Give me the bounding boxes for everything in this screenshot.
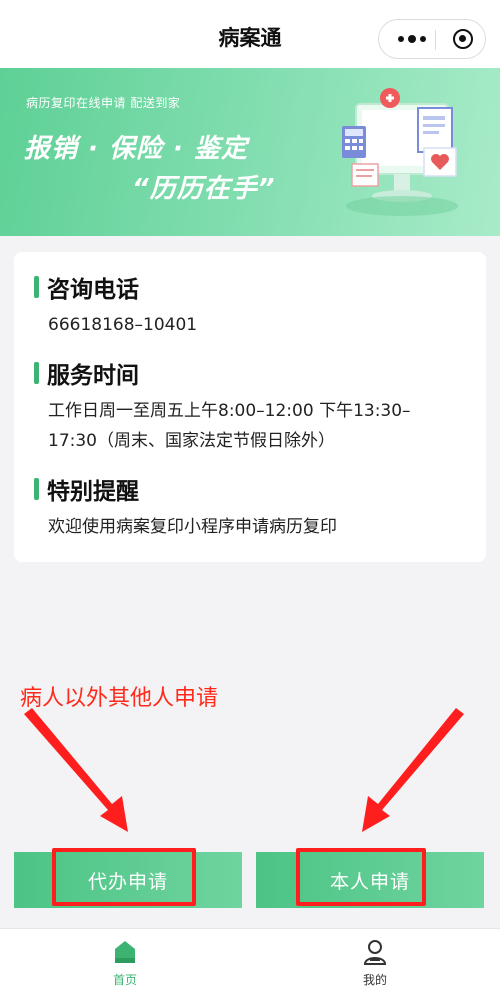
section-accent-bar [34, 276, 39, 298]
banner-quote: “历历在手” [132, 174, 276, 204]
banner-subtitle: 病历复印在线申请 配送到家 [26, 96, 181, 110]
proxy-apply-label: 代办申请 [87, 870, 168, 893]
annotation-arrow-right [362, 708, 464, 832]
tab-home-label: 首页 [112, 973, 137, 987]
more-dots-icon[interactable] [389, 20, 435, 58]
service-section-header: 服务时间 [34, 356, 139, 390]
notice-title: 特别提醒 [47, 479, 139, 505]
capsule-divider [435, 30, 436, 50]
annotation-arrows [24, 708, 464, 832]
consult-phone: 66618168–10401 [48, 315, 198, 335]
self-apply-button[interactable]: 本人申请 [256, 852, 484, 908]
tab-mine[interactable]: 我的 [250, 929, 500, 1000]
service-hours-line1: 工作日周一至周五上午8:00–12:00 下午13:30– [48, 401, 411, 421]
annotation-text: 病人以外其他人申请 [20, 686, 219, 711]
annotation-arrow-left [24, 708, 128, 832]
section-accent-bar [34, 478, 39, 500]
medical-records-illustration [342, 88, 458, 216]
self-apply-label: 本人申请 [329, 870, 410, 893]
banner-headline: 报销 · 保险 · 鉴定 [24, 134, 248, 164]
home-icon [115, 941, 135, 963]
user-icon [363, 940, 387, 965]
service-hours-line2: 17:30（周末、国家法定节假日除外） [48, 431, 335, 451]
notice-section-header: 特别提醒 [34, 472, 139, 506]
section-accent-bar [34, 362, 39, 384]
tab-mine-label: 我的 [362, 973, 387, 987]
service-title: 服务时间 [47, 363, 139, 389]
proxy-apply-button[interactable]: 代办申请 [14, 852, 242, 908]
consult-title: 咨询电话 [47, 277, 139, 303]
tab-home[interactable]: 首页 [0, 929, 250, 1000]
hero-banner: 病历复印在线申请 配送到家 报销 · 保险 · 鉴定 “历历在手” [0, 68, 500, 236]
consult-section-header: 咨询电话 [34, 270, 139, 304]
target-close-icon[interactable] [453, 29, 473, 49]
info-card: 咨询电话 66618168–10401 服务时间 工作日周一至周五上午8:00–… [14, 252, 486, 562]
miniprogram-capsule [378, 19, 486, 59]
bottom-tab-bar: 首页 我的 [0, 928, 500, 1000]
notice-text: 欢迎使用病案复印小程序申请病历复印 [48, 517, 337, 537]
navigation-bar: 病案通 [0, 0, 500, 70]
